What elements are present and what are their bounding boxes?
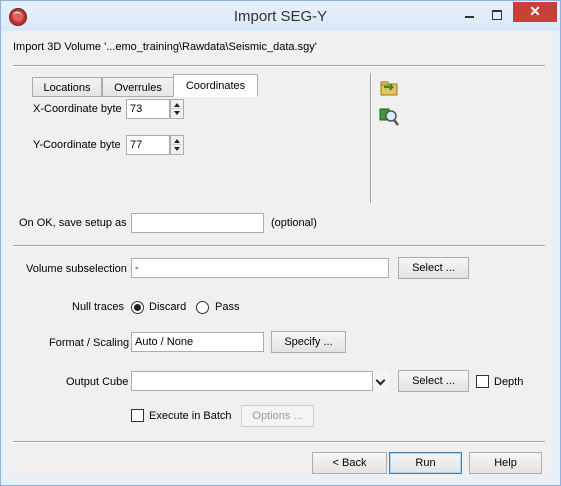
dialog-body: Import 3D Volume '...emo_training\Rawdat… [8,31,553,477]
help-button[interactable]: Help [469,452,542,474]
x-coordinate-label: X-Coordinate byte [33,103,122,115]
spin-up-icon[interactable] [174,103,180,107]
pass-label[interactable]: Pass [215,301,239,313]
maximize-icon[interactable] [485,7,509,23]
spin-down-icon[interactable] [174,111,180,115]
y-coordinate-label: Y-Coordinate byte [33,139,121,151]
output-select-button[interactable]: Select ... [398,370,469,392]
spin-up-icon[interactable] [174,139,180,143]
execute-batch-label[interactable]: Execute in Batch [149,410,232,422]
specify-button[interactable]: Specify ... [271,331,346,353]
discard-radio[interactable] [131,301,144,314]
discard-label[interactable]: Discard [149,301,186,313]
tab-locations[interactable]: Locations [32,77,102,97]
run-button[interactable]: Run [389,452,462,474]
x-coordinate-stepper[interactable] [170,99,184,119]
separator [13,65,545,67]
load-setup-icon[interactable] [378,77,400,99]
tab-overrules[interactable]: Overrules [102,77,174,97]
volume-subselection-label: Volume subselection [26,263,127,275]
null-traces-label: Null traces [72,301,124,313]
minimize-icon[interactable] [457,7,481,23]
batch-options-button[interactable]: Options ... [241,405,314,427]
y-coordinate-stepper[interactable] [170,135,184,155]
title-bar[interactable]: Import SEG-Y ✕ [1,1,560,31]
tab-coordinates[interactable]: Coordinates [173,74,258,97]
optional-hint: (optional) [271,217,317,229]
output-cube-label: Output Cube [66,376,129,388]
separator [13,245,545,247]
examine-icon[interactable] [378,106,400,128]
format-scaling-label: Format / Scaling [49,337,130,349]
volume-select-button[interactable]: Select ... [398,257,469,279]
y-coordinate-input[interactable]: 77 [126,135,170,155]
pass-radio[interactable] [196,301,209,314]
import-header: Import 3D Volume '...emo_training\Rawdat… [13,41,317,53]
save-setup-input[interactable] [131,213,264,233]
separator [13,441,545,443]
back-button[interactable]: < Back [312,452,387,474]
x-coordinate-input[interactable]: 73 [126,99,170,119]
chevron-down-icon[interactable] [372,371,389,391]
dialog-window: Import SEG-Y ✕ Import 3D Volume '...emo_… [0,0,561,486]
spin-down-icon[interactable] [174,147,180,151]
depth-label[interactable]: Depth [494,376,523,388]
execute-batch-checkbox[interactable] [131,409,144,422]
close-button[interactable]: ✕ [513,2,557,22]
volume-subselection-input[interactable]: - [131,258,389,278]
depth-checkbox[interactable] [476,375,489,388]
format-scaling-input[interactable]: Auto / None [131,332,264,352]
separator [370,73,372,203]
save-setup-label: On OK, save setup as [19,217,127,229]
output-cube-combo[interactable] [131,371,389,391]
